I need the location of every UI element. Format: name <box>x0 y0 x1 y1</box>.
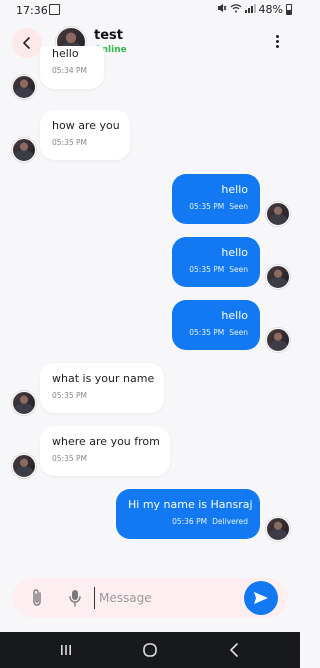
message-text: hello <box>221 246 248 259</box>
message-outgoing[interactable]: hello 05:35 PM Seen <box>172 174 260 224</box>
wifi-icon <box>230 3 242 16</box>
signal-icon <box>244 3 256 16</box>
message-outgoing[interactable]: Hi my name is Hansraj 05:36 PM Delivered <box>116 489 260 539</box>
recent-apps-icon[interactable] <box>59 642 73 661</box>
mute-icon <box>217 3 227 16</box>
message-text: hello <box>52 47 79 60</box>
sender-avatar <box>12 391 36 415</box>
message-status: Seen <box>229 202 248 211</box>
back-icon[interactable] <box>228 642 240 661</box>
message-text: where are you from <box>52 435 160 448</box>
contact-name[interactable]: test <box>94 28 123 43</box>
message-time: 05:35 PM <box>189 265 225 274</box>
message-text: Hi my name is Hansraj <box>128 498 253 511</box>
status-icons: 48% <box>217 3 292 16</box>
message-incoming[interactable]: how are you 05:35 PM <box>40 110 130 160</box>
status-bar: 17:36 48% <box>0 0 300 20</box>
message-status: Seen <box>229 328 248 337</box>
message-text: hello <box>221 183 248 196</box>
sender-avatar <box>266 265 290 289</box>
sender-avatar <box>266 328 290 352</box>
message-outgoing[interactable]: hello 05:35 PM Seen <box>172 300 260 350</box>
message-incoming[interactable]: hello 05:34 PM <box>40 46 104 89</box>
message-status: Delivered <box>212 517 248 526</box>
paperclip-icon[interactable] <box>30 588 44 608</box>
message-text: how are you <box>52 119 120 132</box>
message-incoming[interactable]: where are you from 05:35 PM <box>40 426 170 476</box>
battery-percent: 48% <box>258 3 283 16</box>
message-time: 05:36 PM <box>172 517 208 526</box>
message-time: 05:35 PM <box>52 454 87 463</box>
message-time: 05:35 PM <box>189 202 225 211</box>
message-incoming[interactable]: what is your name 05:35 PM <box>40 363 164 413</box>
message-time: 05:35 PM <box>189 328 225 337</box>
send-icon <box>254 592 268 604</box>
message-time: 05:35 PM <box>52 391 87 400</box>
message-time: 05:35 PM <box>52 138 87 147</box>
message-text: what is your name <box>52 372 155 385</box>
message-text: hello <box>221 309 248 322</box>
message-list[interactable]: hello 05:34 PM how are you 05:35 PM hell… <box>0 46 300 576</box>
message-status: Seen <box>229 265 248 274</box>
sender-avatar <box>266 202 290 226</box>
microphone-icon[interactable] <box>68 588 82 608</box>
sender-avatar <box>12 75 36 99</box>
message-composer <box>12 578 288 618</box>
battery-icon <box>286 4 292 15</box>
message-input[interactable] <box>94 587 234 609</box>
message-time: 05:34 PM <box>52 66 87 75</box>
chat-screen: 17:36 48% test Online hello 05:34 PM how… <box>0 0 300 668</box>
sender-avatar <box>266 517 290 541</box>
sender-avatar <box>12 454 36 478</box>
status-time: 17:36 <box>16 4 48 17</box>
message-outgoing[interactable]: hello 05:35 PM Seen <box>172 237 260 287</box>
system-nav-bar <box>0 632 300 668</box>
send-button[interactable] <box>244 581 278 615</box>
home-icon[interactable] <box>142 642 158 662</box>
notification-icon <box>49 4 60 15</box>
sender-avatar <box>12 138 36 162</box>
